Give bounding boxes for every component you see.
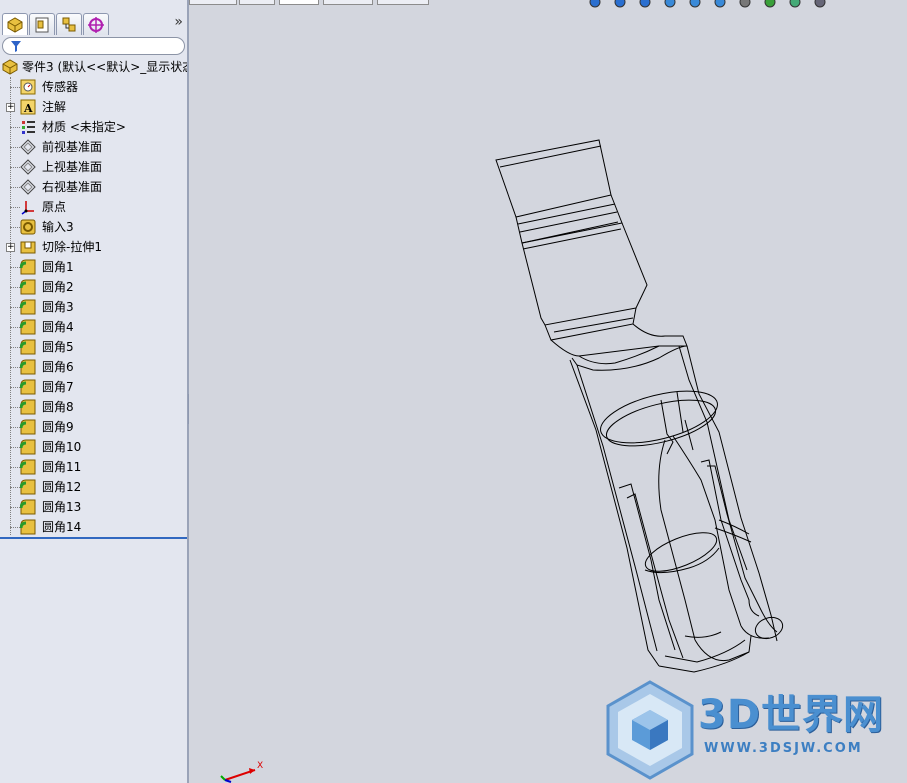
fillet-icon [19,259,36,275]
target-icon [88,16,104,33]
tree-item[interactable]: 圆角12 [0,477,187,497]
dimxpert-tab[interactable] [83,13,109,35]
tree-item-label: 圆角10 [42,440,82,454]
feature-tree: 零件3 (默认<<默认>_显示状态传感器 + A 注解材质 <未指定> 前视基准面上视基… [0,57,194,537]
configuration-icon [62,17,76,31]
tree-item-label: 圆角14 [42,520,82,534]
fillet-icon [19,499,36,515]
graphics-viewport[interactable]: 3D世界网 WWW.3DSJW.COM X [189,0,907,783]
tree-item[interactable]: 圆角5 [0,337,187,357]
tree-item-label: 上视基准面 [42,160,103,174]
fillet-icon [19,419,36,435]
configuration-manager-tab[interactable] [56,13,82,35]
tree-item[interactable]: 原点 [0,197,187,217]
more-tabs-button[interactable]: » [174,14,183,30]
expand-toggle[interactable]: + [6,243,15,252]
triad-x-label: X [257,761,263,771]
panel-tabs: » [0,10,187,36]
tree-item[interactable]: 圆角13 [0,497,187,517]
tree-item[interactable]: 前视基准面 [0,137,187,157]
fillet-icon [19,379,36,395]
tree-item[interactable]: 圆角10 [0,437,187,457]
property-manager-tab[interactable] [29,13,55,35]
tree-item-label: 材质 <未指定> [42,120,126,134]
fillet-icon [19,399,36,415]
tree-item[interactable]: 圆角9 [0,417,187,437]
watermark-url: WWW.3DSJW.COM [704,741,863,756]
feature-manager-tab[interactable] [2,13,28,35]
tree-item-label: 传感器 [42,80,79,94]
tree-item[interactable]: 传感器 [0,77,187,97]
tree-item[interactable]: 右视基准面 [0,177,187,197]
tree-item[interactable]: 圆角11 [0,457,187,477]
tree-item[interactable]: 圆角3 [0,297,187,317]
fillet-icon [19,279,36,295]
feature-manager-panel: » 零件3 (默认<<默认>_显示状态传感器 + A 注解材质 <未指定> 前视基准面上… [0,0,194,783]
tree-item-label: 前视基准面 [42,140,103,154]
tree-item[interactable]: + 切除-拉伸1 [0,237,187,257]
tree-item-label: 圆角1 [42,260,74,274]
tree-filter-input[interactable] [2,37,185,55]
annotation-icon: A [20,99,36,115]
part-icon [2,59,18,75]
tree-item[interactable]: 圆角8 [0,397,187,417]
tree-item-label: 圆角11 [42,460,82,474]
tree-item-label: 圆角9 [42,420,74,434]
watermark-title: 3D世界网 [698,692,885,738]
tree-item-label: 圆角6 [42,360,74,374]
tree-item-label: 圆角3 [42,300,74,314]
plane-icon [20,139,36,155]
tree-item-label: 注解 [42,100,67,114]
tree-item[interactable]: 输入3 [0,217,187,237]
tree-item-label: 圆角2 [42,280,74,294]
plane-icon [20,159,36,175]
tree-item[interactable]: 圆角7 [0,377,187,397]
svg-text:A: A [23,102,33,115]
property-icon [35,17,49,32]
cut-extrude-icon [20,239,36,255]
reference-triad: X [220,761,263,783]
tree-item[interactable]: + A 注解 [0,97,187,117]
tree-item-label: 圆角7 [42,380,74,394]
fillet-icon [19,359,36,375]
tree-item-label: 右视基准面 [42,180,103,194]
tree-item[interactable]: 材质 <未指定> [0,117,187,137]
fillet-icon [19,319,36,335]
tree-item-label: 圆角5 [42,340,74,354]
tree-item-label: 圆角13 [42,500,82,514]
expand-toggle[interactable]: + [6,103,15,112]
filter-icon [11,41,21,52]
fillet-icon [19,439,36,455]
sensor-icon [20,79,36,95]
tree-item-label: 零件3 (默认<<默认>_显示状态 [22,60,195,74]
imported-body-icon [20,219,36,235]
tree-item[interactable]: 圆角1 [0,257,187,277]
tree-item[interactable]: 上视基准面 [0,157,187,177]
tree-item[interactable]: 圆角6 [0,357,187,377]
fillet-icon [19,519,36,535]
fillet-icon [19,459,36,475]
tree-item-label: 圆角4 [42,320,74,334]
plane-icon [20,179,36,195]
tree-item-label: 圆角12 [42,480,82,494]
tree-item-label: 原点 [42,200,67,214]
tree-item[interactable]: 圆角14 [0,517,187,537]
cube-logo-icon [606,680,694,780]
tree-item-label: 切除-拉伸1 [42,240,102,254]
tree-root-part[interactable]: 零件3 (默认<<默认>_显示状态 [0,57,194,77]
tree-item[interactable]: 圆角4 [0,317,187,337]
tree-end-marker [0,537,187,539]
origin-icon [20,199,36,215]
watermark-logo: 3D世界网 WWW.3DSJW.COM [604,680,904,780]
fillet-icon [19,339,36,355]
3d-wireframe-model [495,139,784,673]
tree-item[interactable]: 圆角2 [0,277,187,297]
tree-item-label: 输入3 [42,220,74,234]
fillet-icon [19,299,36,315]
tree-item-label: 圆角8 [42,400,74,414]
feature-tree-icon [7,16,23,33]
material-icon [20,119,36,135]
fillet-icon [19,479,36,495]
